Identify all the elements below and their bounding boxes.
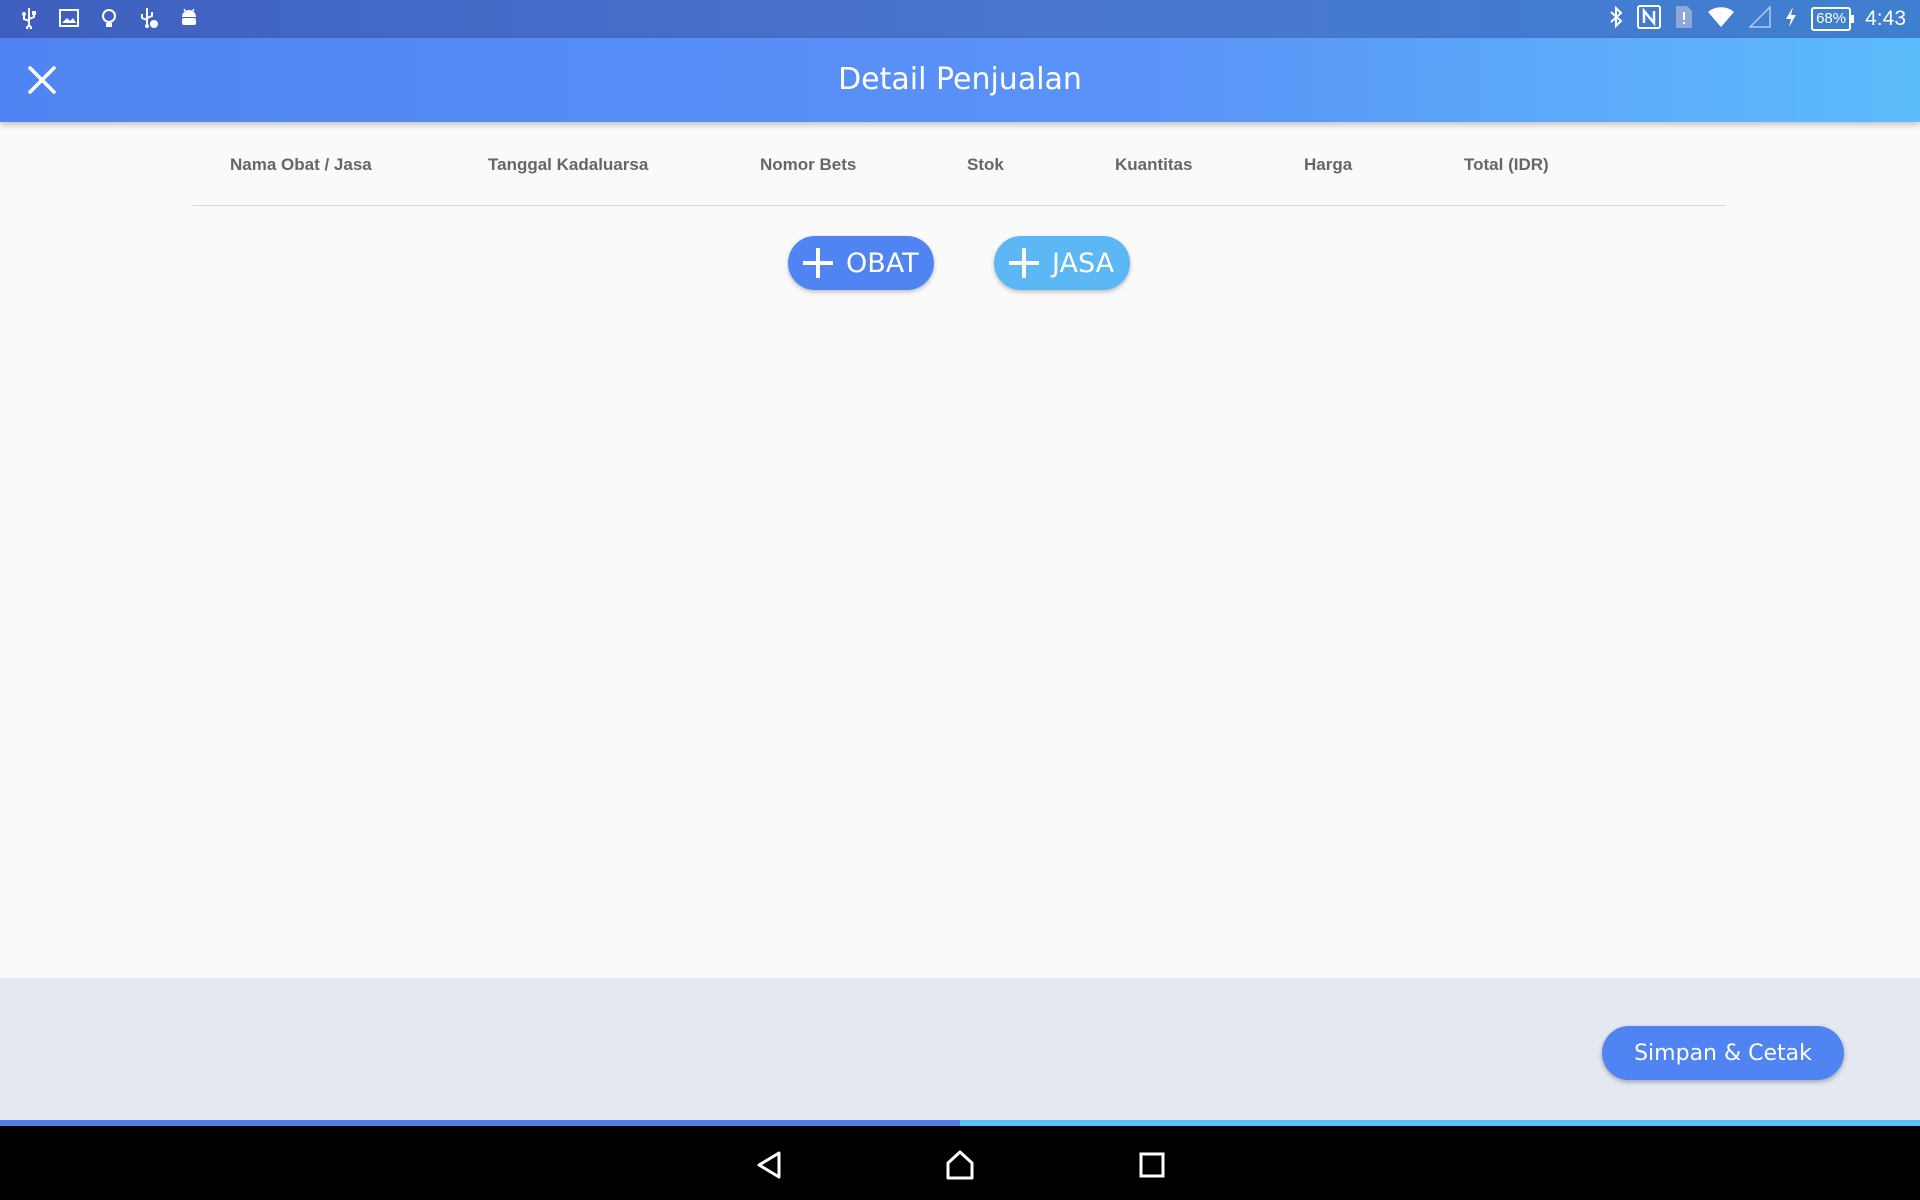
sales-table-header: Nama Obat / Jasa Tanggal Kadaluarsa Nomo…	[193, 135, 1726, 206]
add-obat-label: OBAT	[846, 247, 919, 279]
recents-icon	[1139, 1152, 1165, 1178]
column-header-harga: Harga	[1304, 155, 1353, 174]
lightbulb-icon	[98, 6, 120, 30]
image-icon	[58, 6, 80, 30]
add-jasa-label: JASA	[1052, 247, 1115, 279]
signal-icon	[1748, 4, 1771, 33]
column-header-kuantitas: Kuantitas	[1115, 155, 1193, 174]
android-icon	[178, 6, 200, 30]
status-bar: 68% 4:43	[0, 0, 1920, 38]
sim-alert-icon	[1675, 5, 1693, 34]
add-jasa-button[interactable]: JASA	[994, 236, 1130, 290]
column-header-nama: Nama Obat / Jasa	[230, 155, 372, 174]
system-icons: 68% 4:43	[1609, 4, 1906, 34]
usb-icon	[18, 6, 40, 30]
charging-icon	[1785, 6, 1797, 33]
app-bar: Detail Penjualan	[0, 38, 1920, 122]
add-obat-button[interactable]: OBAT	[788, 236, 934, 290]
close-button[interactable]	[20, 58, 64, 102]
page-title: Detail Penjualan	[838, 62, 1082, 97]
bluetooth-icon	[1609, 5, 1623, 33]
column-header-stok: Stok	[967, 155, 1004, 174]
column-header-total: Total (IDR)	[1464, 155, 1549, 174]
home-button[interactable]	[940, 1145, 980, 1185]
save-and-print-button[interactable]: Simpan & Cetak	[1602, 1026, 1844, 1080]
plus-icon	[1004, 243, 1044, 283]
column-header-tanggal-kadaluarsa: Tanggal Kadaluarsa	[488, 155, 649, 174]
system-navigation-bar	[0, 1126, 1920, 1200]
nfc-icon	[1637, 4, 1662, 34]
column-header-nomor-bets: Nomor Bets	[760, 155, 857, 174]
home-icon	[946, 1150, 974, 1180]
recents-button[interactable]	[1132, 1145, 1172, 1185]
clock: 4:43	[1865, 7, 1906, 30]
usb-debug-icon	[138, 6, 160, 30]
back-icon	[757, 1151, 781, 1179]
battery-indicator: 68%	[1811, 7, 1855, 31]
plus-icon	[798, 243, 838, 283]
close-icon	[28, 66, 56, 94]
wifi-icon	[1707, 6, 1735, 33]
notification-icons	[18, 6, 200, 30]
back-button[interactable]	[749, 1145, 789, 1185]
